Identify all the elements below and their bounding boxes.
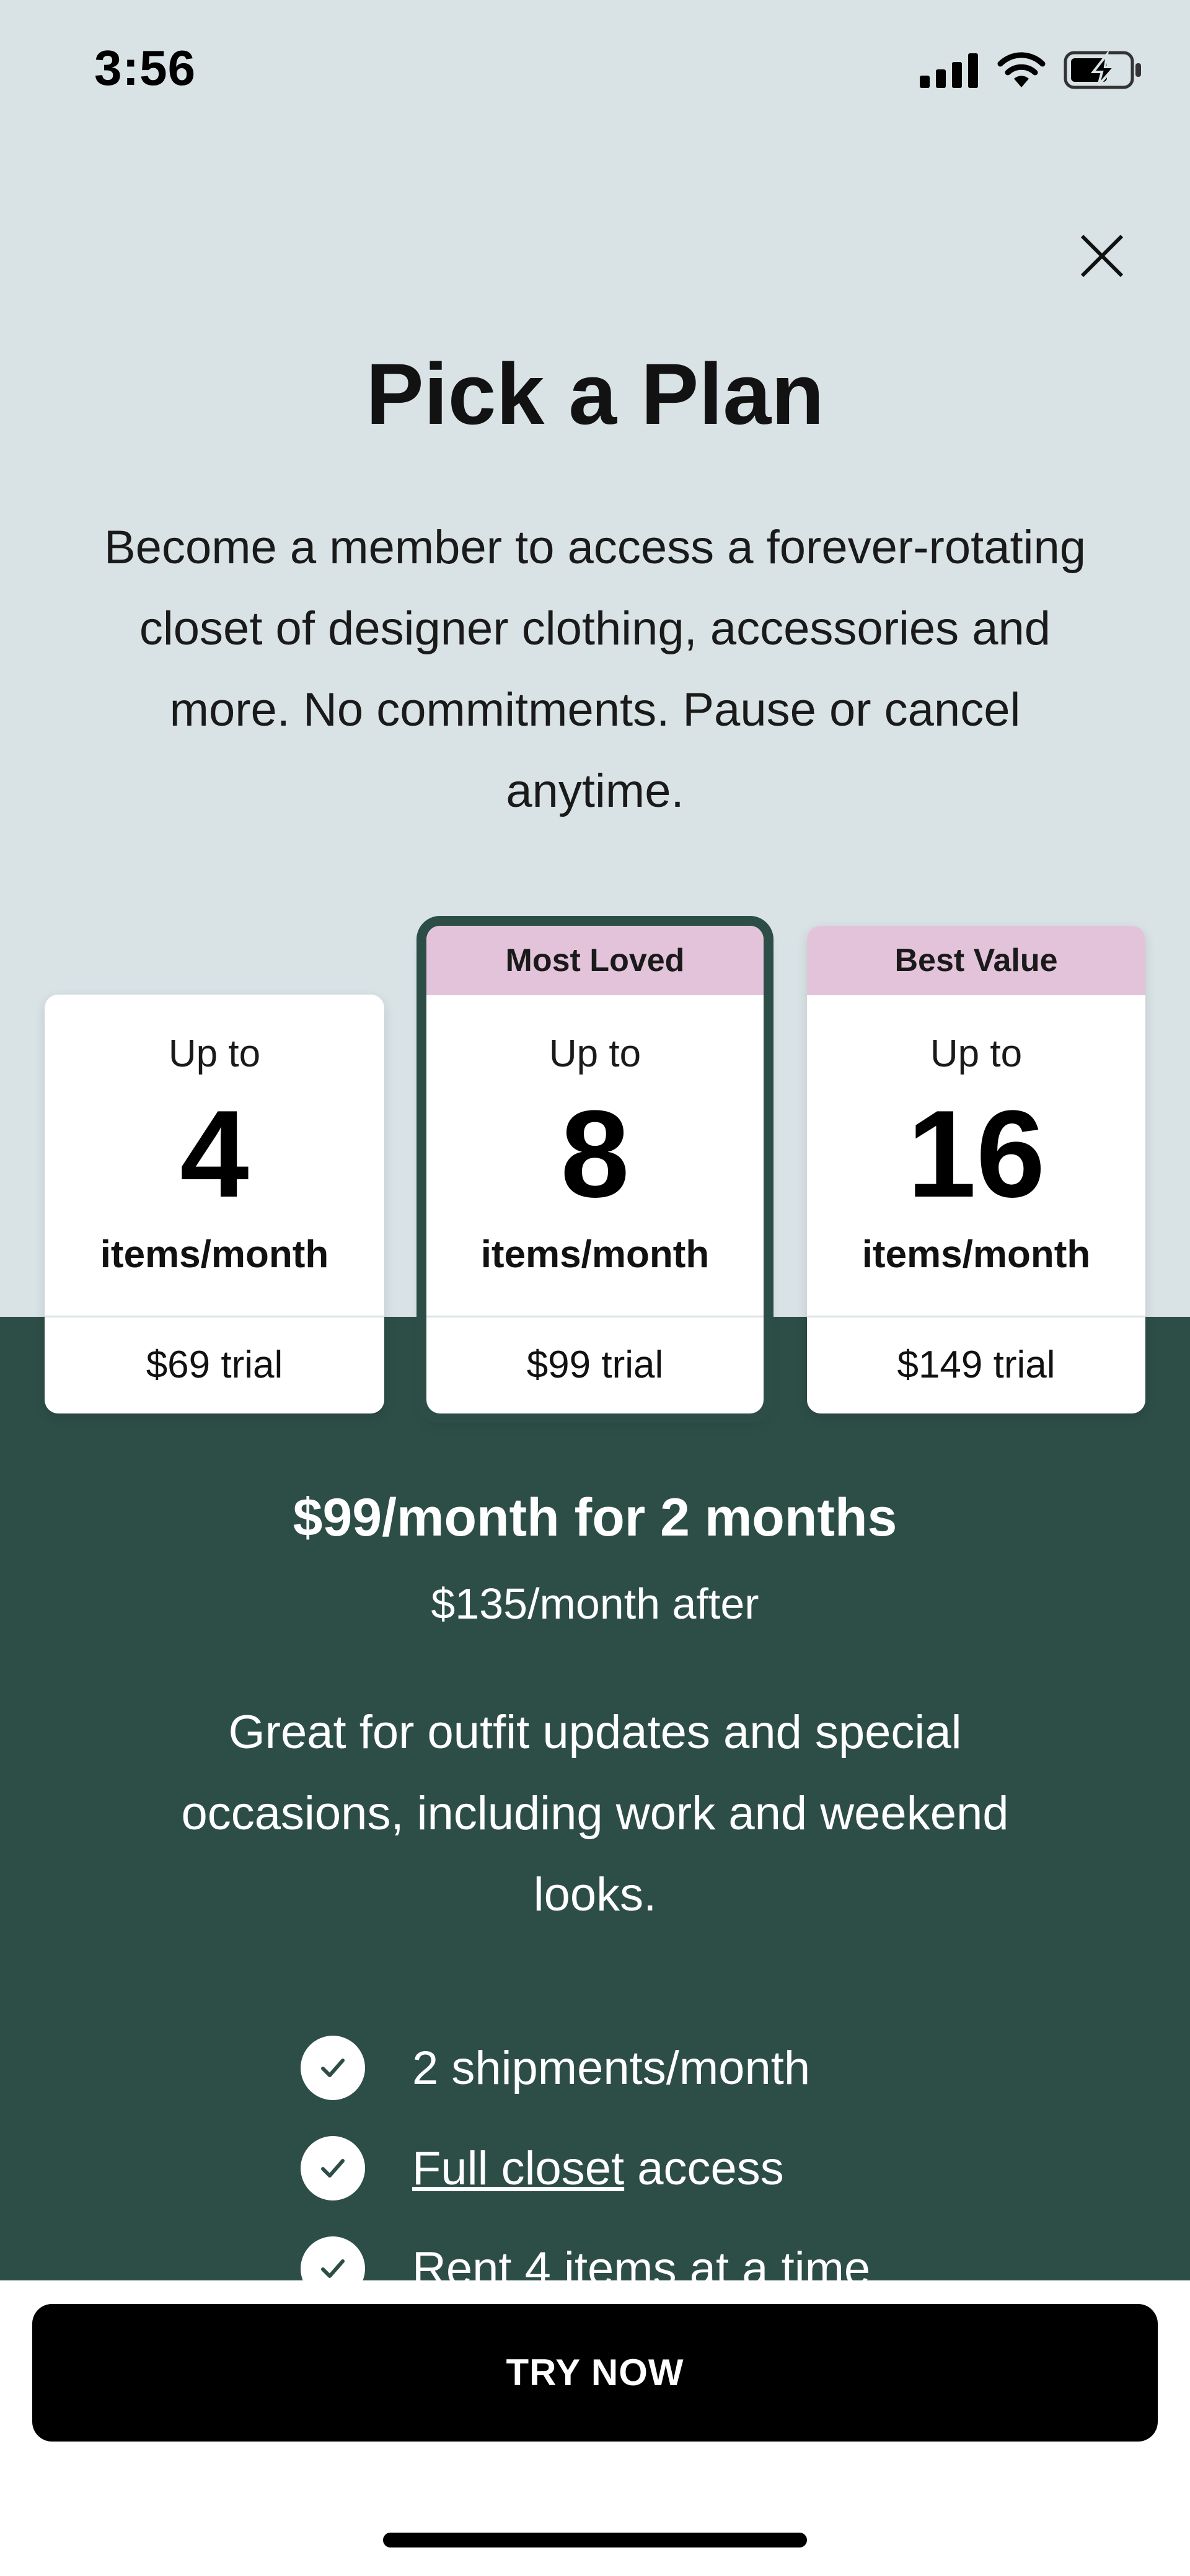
close-icon [1080, 234, 1124, 278]
check-icon [301, 2036, 365, 2100]
plan-offer: $99/month for 2 months [293, 1488, 897, 1547]
battery-charging-icon [1064, 51, 1141, 89]
plan-price: $69 trial [146, 1343, 283, 1386]
plan-item-count: 4 [180, 1085, 249, 1223]
plan-unit: items/month [862, 1233, 1091, 1276]
plan-badge: Most Loved [426, 926, 764, 995]
status-time: 3:56 [94, 40, 196, 95]
plan-after-price: $135/month after [431, 1580, 759, 1628]
plan-price: $149 trial [897, 1343, 1056, 1386]
plan-unit: items/month [100, 1233, 329, 1276]
card-divider [807, 1316, 1145, 1317]
plan-card-16[interactable]: Best Value Up to 16 items/month $149 tri… [807, 926, 1145, 1413]
card-divider [426, 1316, 764, 1317]
signal-icon [920, 53, 978, 88]
plan-badge: Best Value [807, 926, 1145, 995]
feature-text: 2 shipments/month [412, 2041, 811, 2095]
feature-item: 2 shipments/month [301, 2018, 870, 2118]
plan-prefix: Up to [930, 1032, 1023, 1075]
plan-unit: items/month [480, 1233, 710, 1276]
intro-text: Become a member to access a forever-rota… [104, 521, 1086, 817]
home-indicator[interactable] [383, 2533, 807, 2547]
feature-list: 2 shipments/month Full closet access Ren… [301, 2018, 870, 2319]
plan-price: $99 trial [526, 1343, 664, 1386]
try-now-button[interactable]: TRY NOW [32, 2304, 1158, 2442]
close-button[interactable] [1072, 226, 1132, 286]
full-closet-link[interactable]: Full closet [412, 2142, 624, 2195]
plan-item-count: 8 [560, 1085, 630, 1223]
plan-item-count: 16 [907, 1085, 1046, 1223]
card-divider [45, 1316, 384, 1317]
feature-item: Full closet access [301, 2118, 870, 2218]
status-icons [920, 51, 1143, 89]
check-icon [301, 2136, 365, 2200]
page-title: Pick a Plan [366, 345, 824, 442]
plan-card-8[interactable]: Most Loved Up to 8 items/month $99 trial [426, 926, 764, 1413]
plan-card-4[interactable]: Up to 4 items/month $69 trial [45, 995, 384, 1413]
plan-description: Great for outfit updates and special occ… [181, 1706, 1009, 1921]
feature-text: Full closet access [412, 2142, 784, 2196]
plan-prefix: Up to [549, 1032, 641, 1075]
wifi-icon [997, 52, 1046, 87]
feature-text-suffix: access [624, 2142, 784, 2195]
plan-prefix: Up to [168, 1032, 261, 1075]
